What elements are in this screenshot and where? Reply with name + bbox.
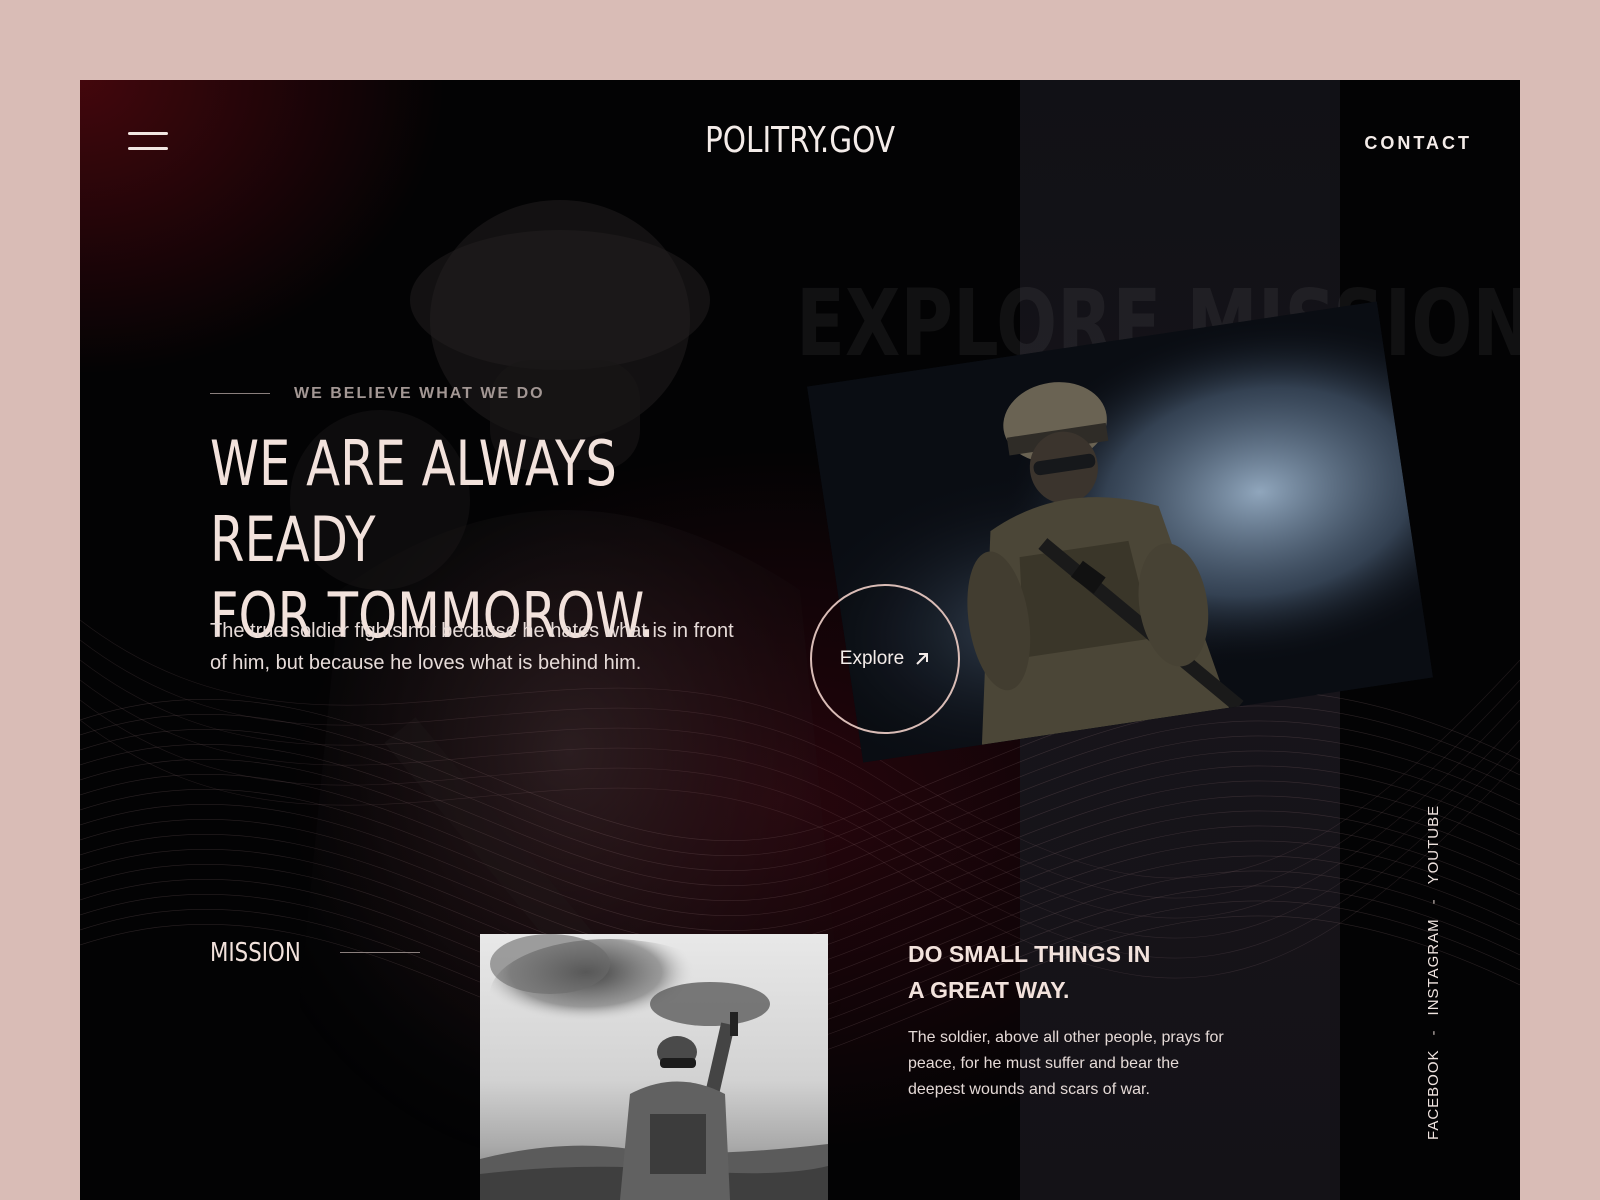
hamburger-icon-bar-bottom [128, 147, 168, 150]
contact-link[interactable]: CONTACT [1364, 133, 1472, 154]
site-logo[interactable]: POLITRY.GOV [210, 120, 1391, 161]
smoke-flare-soldier-image [480, 934, 828, 1200]
social-links: FACEBOOK - INSTAGRAM - YOUTUBE [1425, 805, 1442, 1140]
mission-label: MISSION [210, 938, 301, 968]
hero-eyebrow: WE BELIEVE WHAT WE DO [294, 385, 545, 402]
hero-lead-text: The true soldier fights not because he h… [210, 620, 734, 674]
mission-heading-line2: A GREAT WAY. [908, 977, 1070, 1003]
social-link-facebook[interactable]: FACEBOOK [1425, 1049, 1442, 1140]
hero-headline-line1: WE ARE ALWAYS READY [210, 427, 617, 576]
menu-button[interactable] [128, 132, 168, 152]
social-link-instagram[interactable]: INSTAGRAM [1425, 918, 1442, 1015]
arrow-up-right-icon [916, 653, 929, 665]
mission-photo [480, 934, 828, 1200]
eyebrow-divider [210, 393, 270, 394]
mission-divider [340, 952, 420, 953]
mission-heading-line1: DO SMALL THINGS IN [908, 941, 1151, 967]
social-separator: - [1425, 1029, 1442, 1036]
explore-button-label: Explore [839, 648, 905, 669]
mission-text: The soldier, above all other people, pra… [908, 1029, 1224, 1098]
explore-button[interactable]: Explore [810, 584, 960, 734]
social-separator: - [1425, 898, 1442, 905]
hamburger-icon-bar-top [128, 132, 168, 135]
social-link-youtube[interactable]: YOUTUBE [1425, 805, 1442, 885]
mission-heading: DO SMALL THINGS IN A GREAT WAY. [908, 936, 1238, 1008]
landing-page: POLITRY.GOV CONTACT EXPLORE MISSION WE B… [80, 80, 1520, 1200]
